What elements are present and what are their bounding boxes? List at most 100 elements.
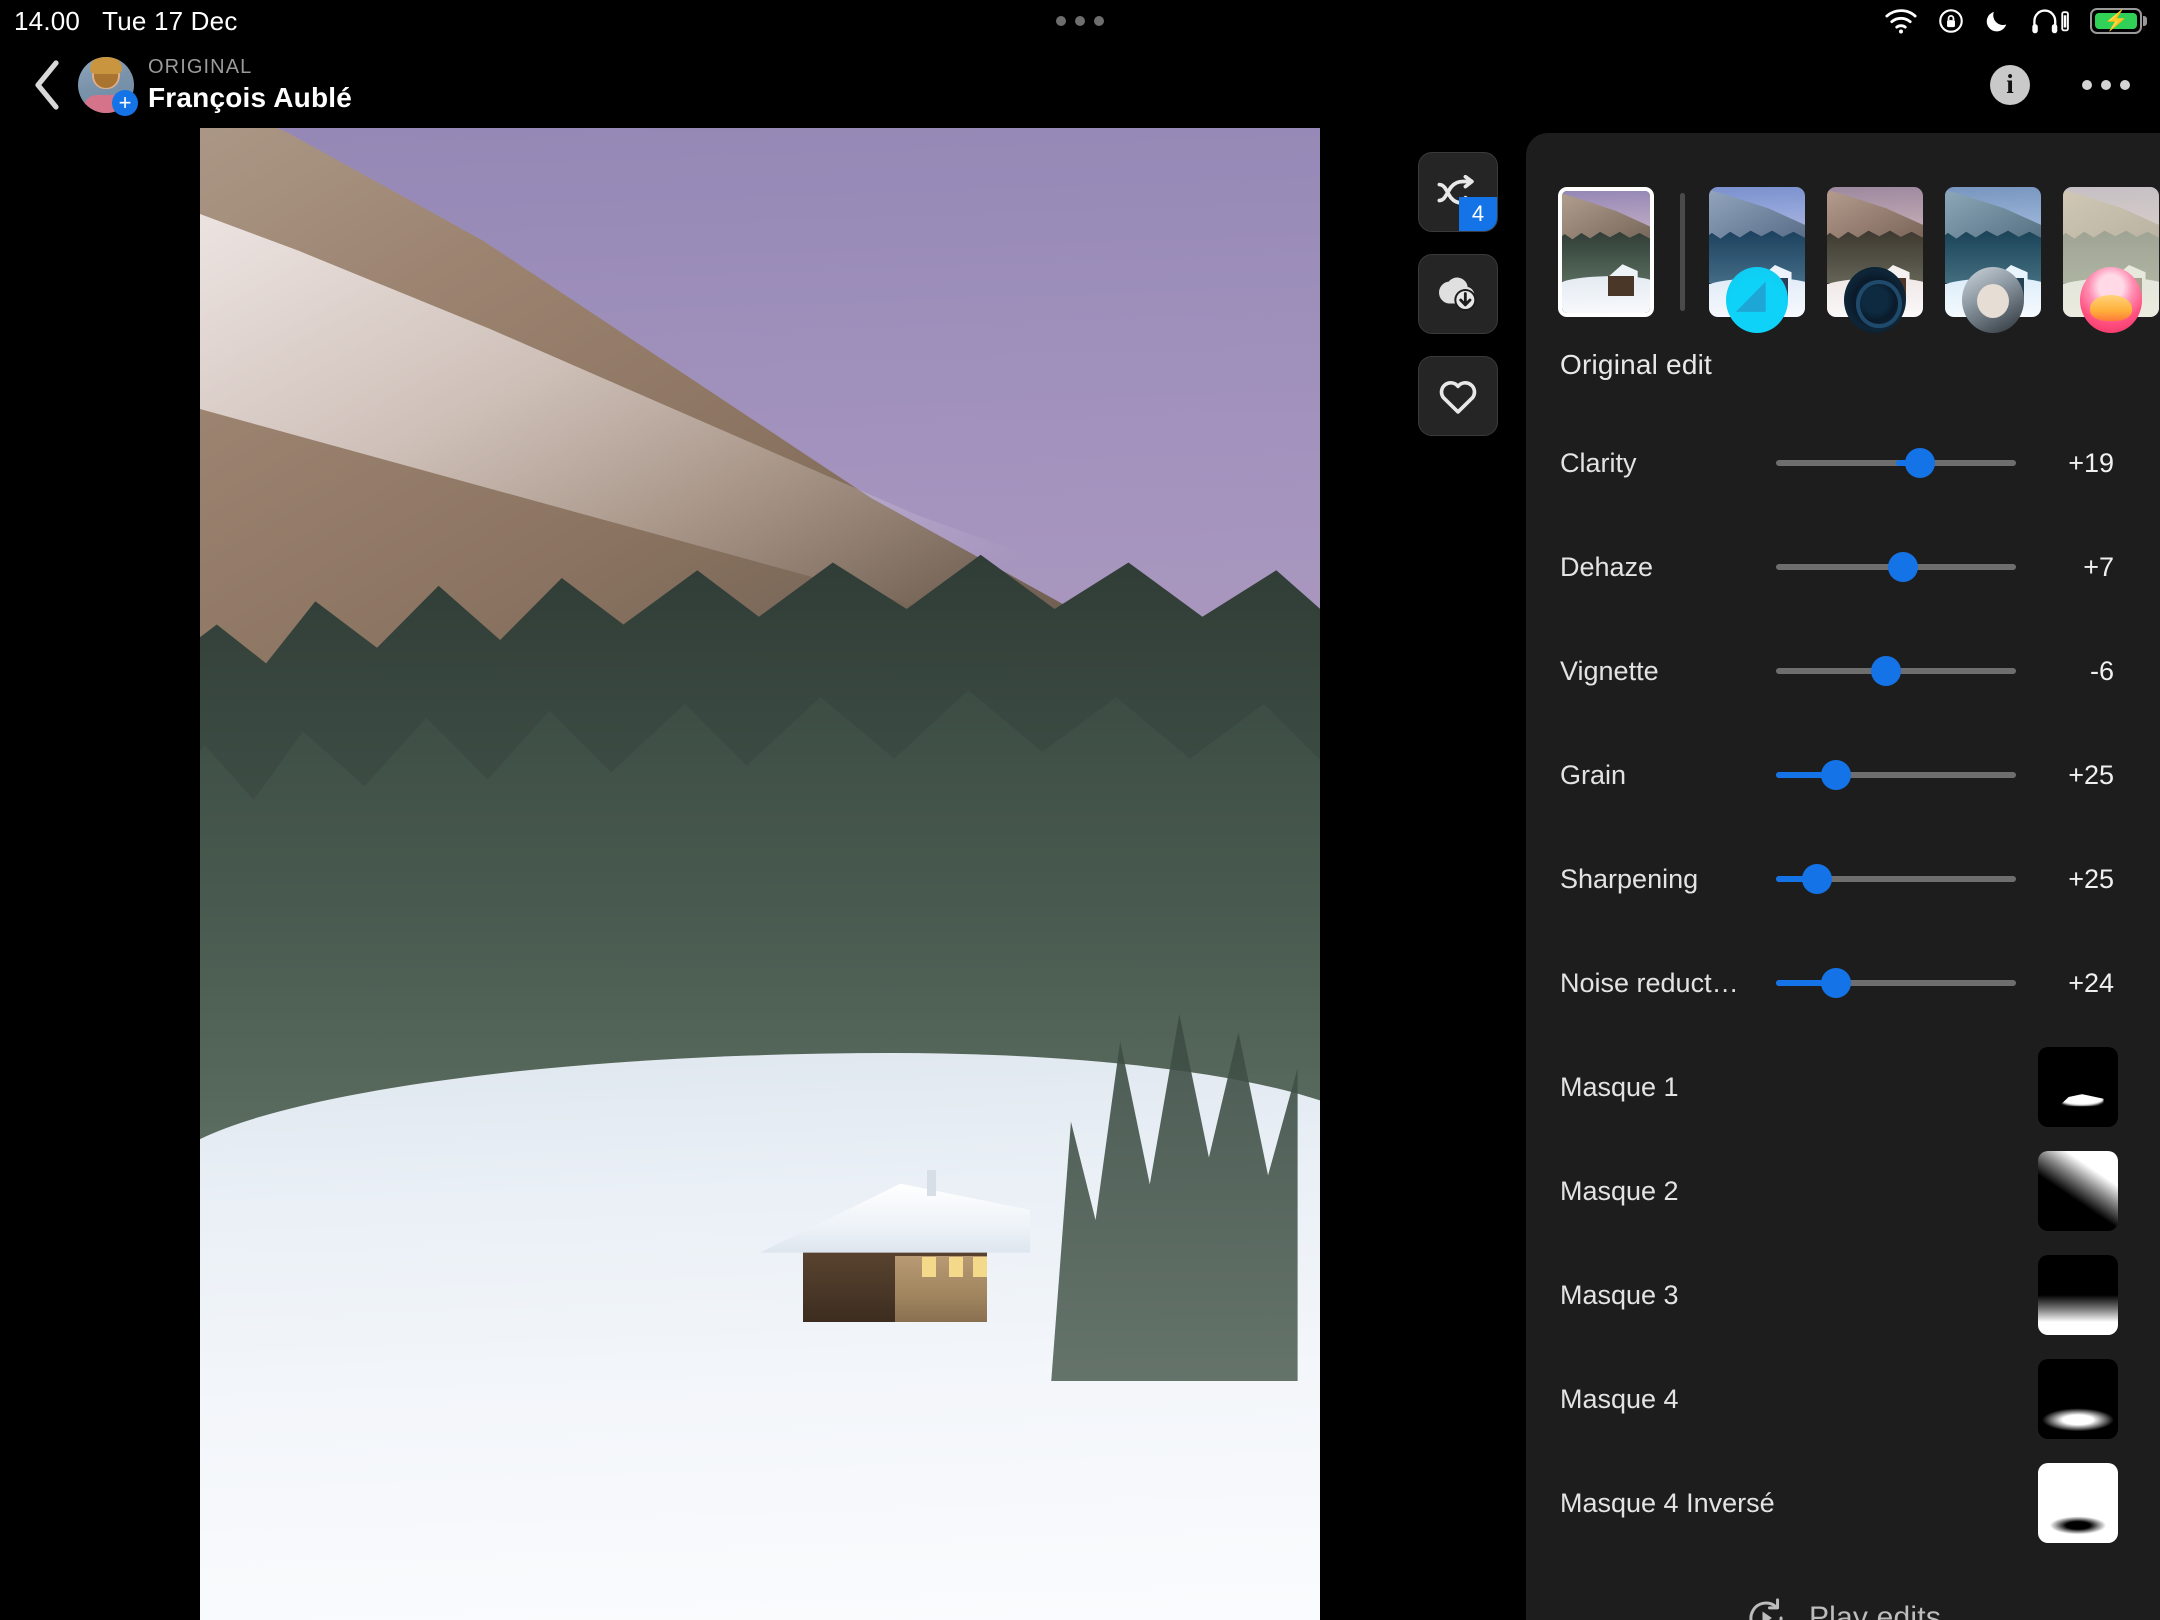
- dot: [2101, 80, 2111, 90]
- avatar-hair: [90, 57, 122, 74]
- mask-row[interactable]: Masque 3: [1526, 1243, 2160, 1347]
- charging-bolt-icon: ⚡: [2104, 11, 2129, 31]
- mask-label: Masque 1: [1560, 1072, 2038, 1103]
- plus-badge-icon[interactable]: +: [112, 90, 138, 116]
- photo-cabin: [760, 1172, 1030, 1322]
- slider-row-sharpening[interactable]: Sharpening +25: [1526, 827, 2160, 931]
- chevron-left-icon: [31, 59, 65, 111]
- original-kicker: ORIGINAL: [148, 56, 352, 79]
- mask-row[interactable]: Masque 2: [1526, 1139, 2160, 1243]
- preset-item[interactable]: [1709, 187, 1805, 317]
- slider-row-dehaze[interactable]: Dehaze +7: [1526, 515, 2160, 619]
- slider-value: +24: [2032, 968, 2114, 999]
- slider-row-noise-reduction[interactable]: Noise reduct… +24: [1526, 931, 2160, 1035]
- photo-canvas[interactable]: [200, 128, 1320, 1620]
- mask-thumbnail[interactable]: [2038, 1463, 2118, 1543]
- slider-value: +19: [2032, 448, 2114, 479]
- preset-item[interactable]: [1827, 187, 1923, 317]
- battery-charging-icon: ⚡: [2090, 8, 2142, 34]
- slider-thumb[interactable]: [1871, 656, 1901, 686]
- preset-item[interactable]: [2063, 187, 2159, 317]
- mask-thumbnail[interactable]: [2038, 1151, 2118, 1231]
- slider-row-clarity[interactable]: Clarity +19: [1526, 411, 2160, 515]
- edit-panel: Original edit Clarity +19 Dehaze +7: [1526, 133, 2160, 1620]
- remix-button[interactable]: 4: [1418, 152, 1498, 232]
- owner-name: François Aublé: [148, 82, 352, 114]
- slider-value: +25: [2032, 760, 2114, 791]
- avatar[interactable]: +: [78, 57, 134, 113]
- cabin-window: [922, 1257, 936, 1277]
- favorite-button[interactable]: [1418, 356, 1498, 436]
- status-bar: 14.00 Tue 17 Dec: [0, 0, 2160, 42]
- headphones-icon: [2029, 8, 2071, 34]
- play-edits-label: Play edits: [1809, 1601, 1941, 1620]
- cabin-window: [949, 1257, 963, 1277]
- remix-count-badge: 4: [1459, 197, 1497, 231]
- slider-thumb[interactable]: [1821, 760, 1851, 790]
- preset-item[interactable]: [1945, 187, 2041, 317]
- preset-filmstrip[interactable]: [1526, 177, 2160, 327]
- status-date: Tue 17 Dec: [102, 6, 237, 37]
- thumbnail-image: [1562, 191, 1650, 313]
- mask-row[interactable]: Masque 1: [1526, 1035, 2160, 1139]
- slider-value: +25: [2032, 864, 2114, 895]
- preset-author-avatar: [1962, 267, 2024, 333]
- photo-editor-screen: 14.00 Tue 17 Dec: [0, 0, 2160, 1620]
- preset-author-avatar: [2080, 267, 2142, 333]
- play-edits-button[interactable]: Play edits: [1526, 1597, 2160, 1620]
- dynamic-island-dots: [1056, 16, 1104, 26]
- slider-value: -6: [2032, 656, 2114, 687]
- slider-track[interactable]: [1776, 772, 2016, 778]
- slider-track[interactable]: [1776, 876, 2016, 882]
- download-button[interactable]: [1418, 254, 1498, 334]
- mask-label: Masque 4: [1560, 1384, 2038, 1415]
- slider-track[interactable]: [1776, 460, 2016, 466]
- slider-row-grain[interactable]: Grain +25: [1526, 723, 2160, 827]
- island-dot: [1056, 16, 1066, 26]
- cloud-download-icon: [1434, 274, 1482, 314]
- mask-row[interactable]: Masque 4 Inversé: [1526, 1451, 2160, 1555]
- slider-track[interactable]: [1776, 980, 2016, 986]
- do-not-disturb-moon-icon: [1984, 8, 2010, 34]
- mask-thumbnail[interactable]: [2038, 1047, 2118, 1127]
- back-button[interactable]: [22, 59, 74, 111]
- slider-value: +7: [2032, 552, 2114, 583]
- status-bar-left: 14.00 Tue 17 Dec: [14, 6, 238, 37]
- slider-thumb[interactable]: [1821, 968, 1851, 998]
- current-edit-thumbnail[interactable]: [1558, 187, 1654, 317]
- title-block: ORIGINAL François Aublé: [148, 56, 352, 114]
- app-header: + ORIGINAL François Aublé i: [0, 42, 2160, 128]
- wifi-icon: [1884, 8, 1918, 34]
- slider-label: Clarity: [1560, 448, 1760, 479]
- status-bar-right: ⚡: [1884, 7, 2142, 35]
- cabin-window: [973, 1257, 987, 1277]
- slider-label: Grain: [1560, 760, 1760, 791]
- cabin-snow-roof: [760, 1184, 1030, 1253]
- mask-label: Masque 2: [1560, 1176, 2038, 1207]
- rotation-lock-icon: [1937, 7, 1965, 35]
- island-dot: [1094, 16, 1104, 26]
- mask-label: Masque 3: [1560, 1280, 2038, 1311]
- play-replay-icon: [1745, 1597, 1787, 1620]
- more-options-icon[interactable]: [2082, 80, 2130, 90]
- mask-thumbnail[interactable]: [2038, 1255, 2118, 1335]
- slider-thumb[interactable]: [1905, 448, 1935, 478]
- slider-thumb[interactable]: [1888, 552, 1918, 582]
- slider-track[interactable]: [1776, 564, 2016, 570]
- island-dot: [1075, 16, 1085, 26]
- status-time: 14.00: [14, 6, 80, 37]
- slider-track[interactable]: [1776, 668, 2016, 674]
- mask-thumbnail[interactable]: [2038, 1359, 2118, 1439]
- slider-label: Sharpening: [1560, 864, 1760, 895]
- mask-row[interactable]: Masque 4: [1526, 1347, 2160, 1451]
- header-actions: i: [1990, 65, 2130, 105]
- dot: [2082, 80, 2092, 90]
- slider-thumb[interactable]: [1802, 864, 1832, 894]
- heart-icon: [1437, 377, 1479, 415]
- dot: [2120, 80, 2130, 90]
- filmstrip-divider: [1680, 193, 1685, 311]
- info-icon[interactable]: i: [1990, 65, 2030, 105]
- slider-row-vignette[interactable]: Vignette -6: [1526, 619, 2160, 723]
- cabin-chimney: [927, 1170, 936, 1196]
- current-preset-label: Original edit: [1526, 327, 2160, 381]
